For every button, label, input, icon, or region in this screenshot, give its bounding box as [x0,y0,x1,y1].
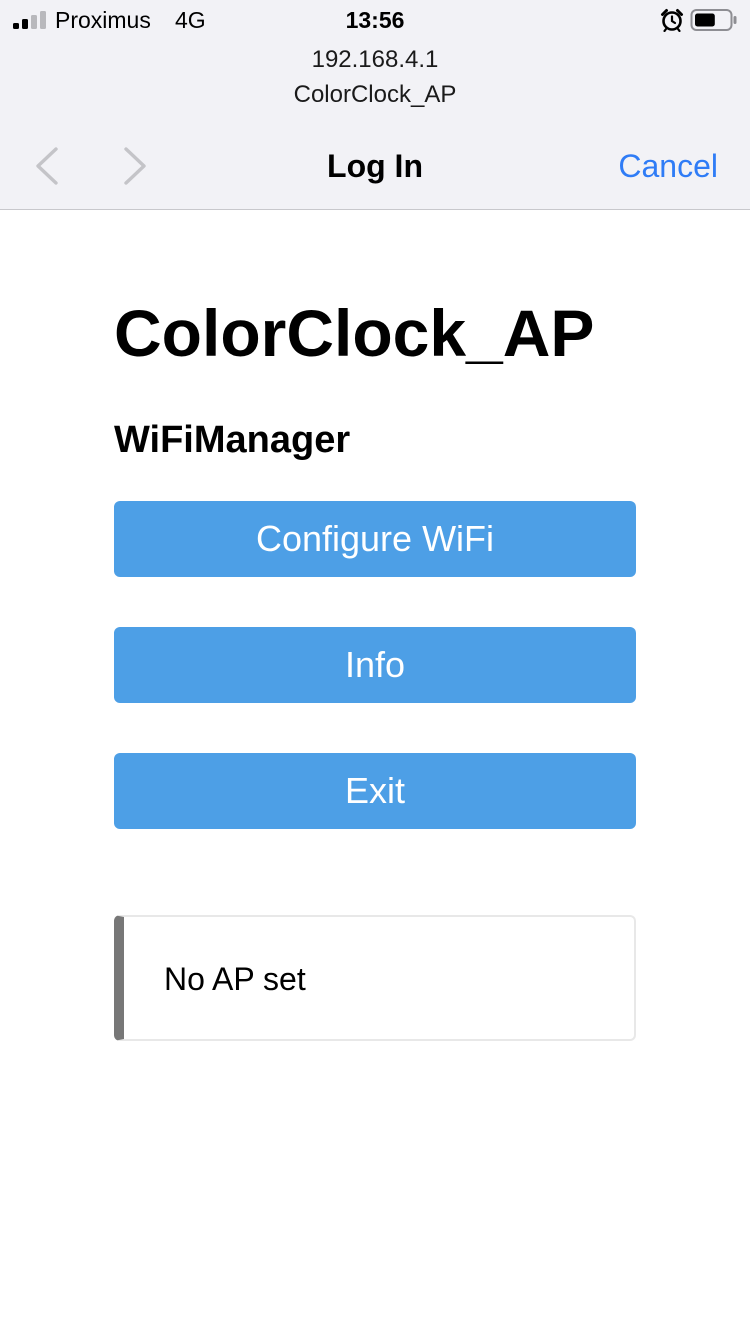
login-sheet-header: Proximus 4G 13:56 192.168.4.1 ColorClock… [0,0,750,210]
network-name: ColorClock_AP [293,81,457,108]
exit-button[interactable]: Exit [114,753,636,829]
page-title: ColorClock_AP [114,296,595,370]
status-bar: Proximus 4G 13:56 [0,0,750,40]
alarm-clock-icon [661,9,683,32]
page-subtitle: WiFiManager [114,419,351,461]
info-button[interactable]: Info [114,627,636,703]
cancel-button[interactable]: Cancel [618,148,718,184]
page-url: 192.168.4.1 [311,46,439,73]
status-message: No AP set [164,961,306,997]
configure-wifi-button[interactable]: Configure WiFi [114,501,636,577]
battery-icon [690,9,737,31]
status-message-box: No AP set [114,915,636,1041]
status-time: 13:56 [345,7,405,33]
screen: Proximus 4G 13:56 192.168.4.1 ColorClock… [0,0,750,1334]
